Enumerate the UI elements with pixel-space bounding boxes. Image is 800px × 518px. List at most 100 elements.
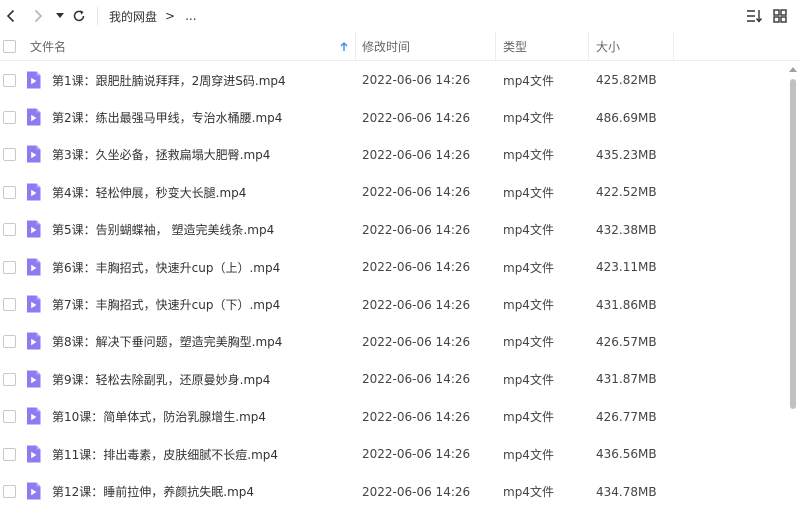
file-name[interactable]: 第4课：轻松伸展，秒变大长腿.mp4 [52, 174, 246, 211]
file-modified-time: 2022-06-06 14:26 [362, 447, 471, 462]
file-name[interactable]: 第9课：轻松去除副乳，还原曼妙身.mp4 [52, 361, 270, 398]
row-checkbox[interactable] [3, 185, 16, 199]
column-header-time-label: 修改时间 [362, 40, 411, 54]
video-file-icon [27, 108, 41, 126]
file-modified-time: 2022-06-06 14:26 [362, 297, 471, 312]
video-file-icon [27, 71, 41, 88]
file-modified-time: 2022-06-06 14:26 [362, 409, 471, 424]
scrollbar-thumb[interactable] [790, 79, 796, 409]
column-divider[interactable] [673, 32, 674, 61]
file-list: 第1课：跟肥肚腩说拜拜，2周穿进S码.mp4 2022-06-06 14:26 mp… [0, 61, 786, 518]
row-checkbox[interactable] [3, 73, 16, 87]
column-header-size[interactable]: 大小 [596, 32, 620, 61]
file-row[interactable]: 第10课：简单体式，防治乳腺增生.mp4 2022-06-06 14:26 mp4文… [0, 398, 786, 435]
file-name[interactable]: 第1课：跟肥肚腩说拜拜，2周穿进S码.mp4 [52, 62, 286, 99]
file-row[interactable]: 第7课：丰胸招式，快速升cup（下）.mp4 2022-06-06 14:26 mp… [0, 286, 786, 323]
row-checkbox[interactable] [3, 447, 16, 461]
row-checkbox[interactable] [3, 110, 16, 124]
breadcrumb-root[interactable]: 我的网盘 [109, 8, 157, 25]
file-row[interactable]: 第2课：练出最强马甲线，专治水桶腰.mp4 2022-06-06 14:26 mp4… [0, 99, 786, 136]
row-checkbox[interactable] [3, 297, 16, 311]
file-row[interactable]: 第6课：丰胸招式，快速升cup（上）.mp4 2022-06-06 14:26 mp… [0, 249, 786, 286]
breadcrumb-ellipsis[interactable]: ... [185, 9, 196, 23]
file-modified-time: 2022-06-06 14:26 [362, 372, 471, 387]
file-modified-time: 2022-06-06 14:26 [362, 334, 471, 349]
file-modified-time: 2022-06-06 14:26 [362, 484, 471, 499]
file-name[interactable]: 第3课：久坐必备，拯救扁塌大肥臀.mp4 [52, 136, 270, 173]
select-all-checkbox-cell[interactable] [3, 32, 16, 61]
file-name[interactable]: 第2课：练出最强马甲线，专治水桶腰.mp4 [52, 99, 282, 136]
file-type: mp4文件 [503, 111, 554, 126]
file-name[interactable]: 第8课：解决下垂问题，塑造完美胸型.mp4 [52, 323, 282, 360]
file-type: mp4文件 [503, 185, 554, 200]
file-row[interactable]: 第3课：久坐必备，拯救扁塌大肥臀.mp4 2022-06-06 14:26 mp4文… [0, 136, 786, 173]
column-header-time[interactable]: 修改时间 [362, 32, 410, 61]
video-file-icon [27, 220, 41, 238]
select-all-checkbox[interactable] [3, 40, 16, 53]
grid-icon [773, 9, 787, 23]
grid-view-button[interactable] [769, 5, 791, 27]
scroll-up-arrow-icon[interactable] [789, 67, 797, 72]
file-row[interactable]: 第11课：排出毒素，皮肤细腻不长痘.mp4 2022-06-06 14:26 mp4… [0, 436, 786, 473]
file-row[interactable]: 第9课：轻松去除副乳，还原曼妙身.mp4 2022-06-06 14:26 mp4文… [0, 361, 786, 398]
sort-list-icon [747, 10, 762, 23]
file-type: mp4文件 [503, 372, 554, 387]
column-header-name[interactable]: 文件名 [30, 32, 66, 61]
file-name[interactable]: 第10课：简单体式，防治乳腺增生.mp4 [52, 398, 266, 435]
file-name[interactable]: 第6课：丰胸招式，快速升cup（上）.mp4 [52, 249, 280, 286]
file-row[interactable]: 第8课：解决下垂问题，塑造完美胸型.mp4 2022-06-06 14:26 mp4… [0, 323, 786, 360]
file-size: 426.77MB [596, 409, 657, 424]
vertical-scrollbar[interactable] [786, 61, 800, 518]
history-dropdown-button[interactable] [51, 5, 69, 27]
breadcrumb: 我的网盘 > ... [109, 0, 205, 32]
row-checkbox[interactable] [3, 484, 16, 498]
file-row[interactable]: 第4课：轻松伸展，秒变大长腿.mp4 2022-06-06 14:26 mp4文件 4… [0, 174, 786, 211]
file-size: 435.23MB [596, 147, 657, 162]
toolbar-divider [97, 7, 98, 25]
file-type: mp4文件 [503, 410, 554, 425]
row-checkbox[interactable] [3, 223, 16, 237]
column-header-type[interactable]: 类型 [503, 32, 527, 61]
file-type: mp4文件 [503, 485, 554, 500]
video-file-icon [27, 482, 41, 500]
chevron-left-icon [6, 9, 15, 23]
row-checkbox[interactable] [3, 260, 16, 274]
file-size: 426.57MB [596, 334, 657, 349]
column-header-size-label: 大小 [596, 40, 621, 54]
file-row[interactable]: 第12课：睡前拉伸，养颜抗失眠.mp4 2022-06-06 14:26 mp4文件… [0, 473, 786, 510]
video-file-icon [27, 295, 41, 313]
back-button[interactable] [0, 5, 22, 27]
file-modified-time: 2022-06-06 14:26 [362, 147, 471, 162]
column-header-name-label: 文件名 [30, 40, 67, 54]
sort-view-button[interactable] [743, 5, 765, 27]
file-name[interactable]: 第12课：睡前拉伸，养颜抗失眠.mp4 [52, 473, 254, 510]
column-header: 文件名 修改时间 类型 大小 [0, 32, 800, 61]
row-checkbox[interactable] [3, 372, 16, 386]
column-divider[interactable] [588, 32, 589, 61]
file-type: mp4文件 [503, 298, 554, 313]
video-file-icon [27, 332, 41, 350]
forward-button[interactable] [27, 5, 49, 27]
refresh-button[interactable] [68, 5, 90, 27]
file-modified-time: 2022-06-06 14:26 [362, 185, 471, 200]
chevron-right-icon [34, 9, 43, 23]
file-type: mp4文件 [503, 148, 554, 163]
file-row[interactable]: 第1课：跟肥肚腩说拜拜，2周穿进S码.mp4 2022-06-06 14:26 mp… [0, 62, 786, 99]
column-divider[interactable] [355, 32, 356, 61]
file-size: 432.38MB [596, 222, 657, 237]
file-name[interactable]: 第5课：告别蝴蝶袖， 塑造完美线条.mp4 [52, 211, 274, 248]
file-row[interactable]: 第5课：告别蝴蝶袖， 塑造完美线条.mp4 2022-06-06 14:26 mp4… [0, 211, 786, 248]
file-size: 422.52MB [596, 185, 657, 200]
file-name[interactable]: 第11课：排出毒素，皮肤细腻不长痘.mp4 [52, 436, 278, 473]
refresh-icon [73, 10, 85, 22]
file-name[interactable]: 第7课：丰胸招式，快速升cup（下）.mp4 [52, 286, 280, 323]
file-size: 425.82MB [596, 73, 657, 88]
file-type: mp4文件 [503, 223, 554, 238]
video-file-icon [27, 445, 41, 462]
row-checkbox[interactable] [3, 148, 16, 162]
file-modified-time: 2022-06-06 14:26 [362, 222, 471, 237]
row-checkbox[interactable] [3, 335, 16, 349]
column-divider[interactable] [495, 32, 496, 61]
row-checkbox[interactable] [3, 410, 16, 424]
breadcrumb-separator: > [165, 9, 176, 23]
